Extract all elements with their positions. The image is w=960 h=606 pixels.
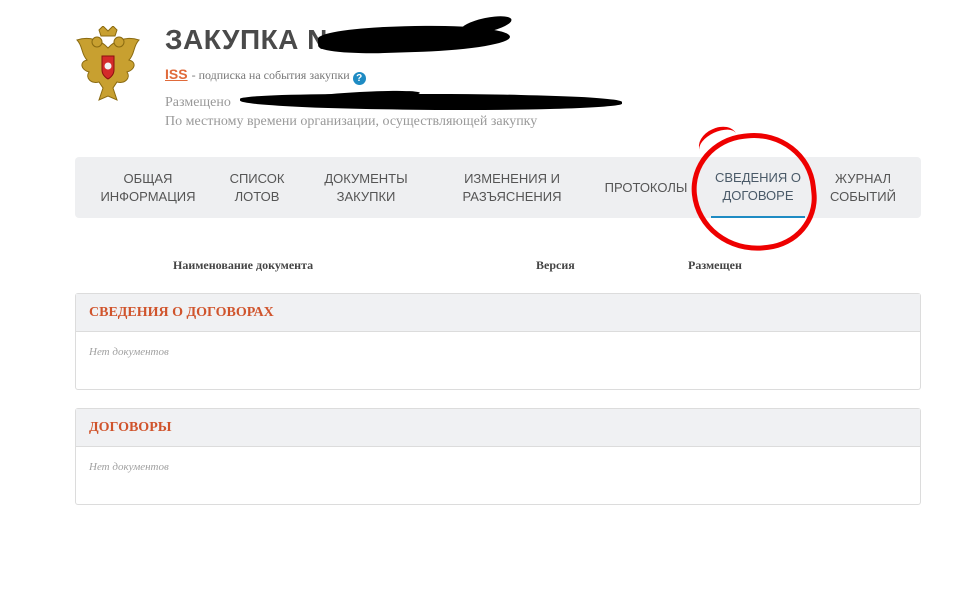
posted-label: Размещено [165,95,231,110]
tab-protocols[interactable]: ПРОТОКОЛЫ [602,157,690,218]
tab-general-info[interactable]: ОБЩАЯ ИНФОРМАЦИЯ [93,157,203,218]
column-header-posted: Размещен [688,258,742,272]
section-contracts: ДОГОВОРЫ Нет документов [75,408,921,505]
section-contract-info: СВЕДЕНИЯ О ДОГОВОРАХ Нет документов [75,293,921,390]
redaction-mark [240,94,622,110]
coat-of-arms-logo [76,26,140,101]
column-header-document-name: Наименование документа [173,258,314,272]
page-title: ЗАКУПКА N [165,24,328,55]
local-time-note: По местному времени организации, осущест… [165,114,538,129]
empty-state-text: Нет документов [89,346,169,358]
rss-subscribe-link[interactable]: ISS [165,66,188,82]
empty-state-text: Нет документов [89,461,169,473]
section-title: ДОГОВОРЫ [76,409,920,447]
help-icon[interactable]: ? [352,72,366,85]
column-header-version: Версия [536,258,575,272]
subscription-line: ISS - подписка на события закупки? [165,66,366,85]
tab-changes-clarifications[interactable]: ИЗМЕНЕНИЯ И РАЗЪЯСНЕНИЯ [455,157,569,218]
tab-contract-info[interactable]: СВЕДЕНИЯ О ДОГОВОРЕ [711,157,805,218]
section-title: СВЕДЕНИЯ О ДОГОВОРАХ [76,294,920,332]
tab-event-log[interactable]: ЖУРНАЛ СОБЫТИЙ [823,157,903,218]
tab-lot-list[interactable]: СПИСОК ЛОТОВ [223,157,291,218]
subscription-text: - подписка на события закупки [191,68,350,82]
tab-purchase-documents[interactable]: ДОКУМЕНТЫ ЗАКУПКИ [313,157,419,218]
tab-bar: ОБЩАЯ ИНФОРМАЦИЯ СПИСОК ЛОТОВ ДОКУМЕНТЫ … [75,157,921,218]
